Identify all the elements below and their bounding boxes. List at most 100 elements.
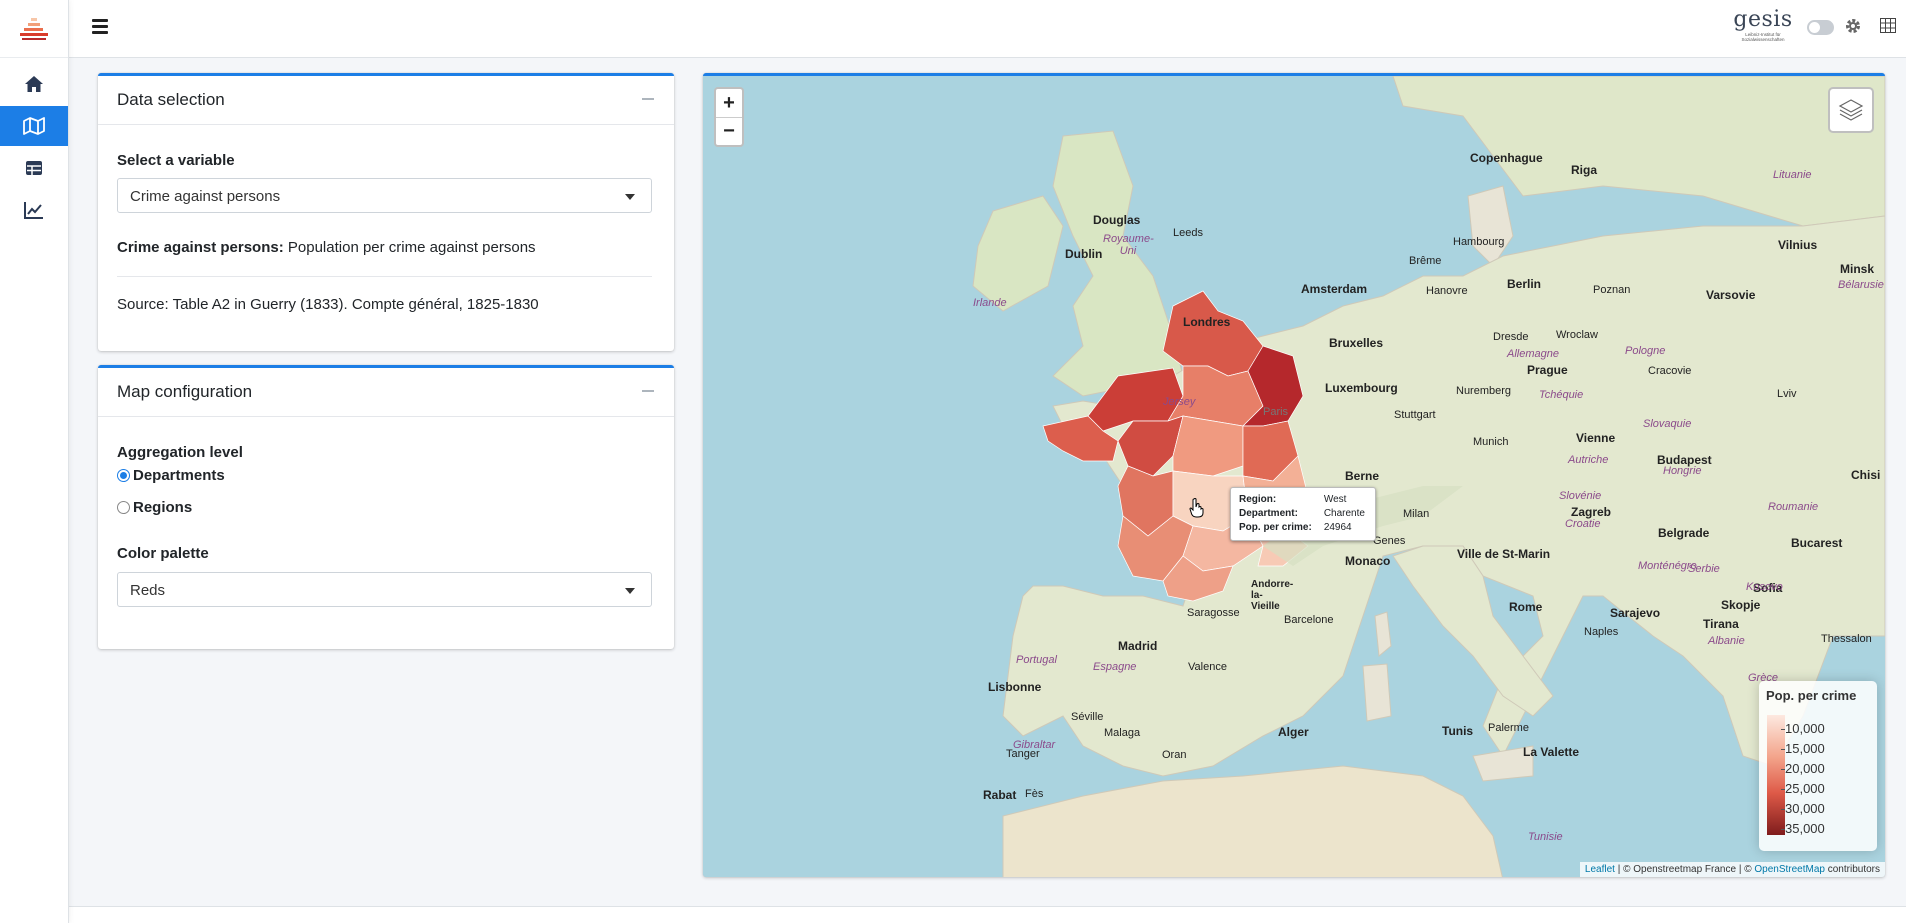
map-label: Allemagne xyxy=(1507,348,1559,360)
nav-chart[interactable] xyxy=(0,190,68,230)
nav-map[interactable] xyxy=(0,106,68,146)
map-label: Malaga xyxy=(1104,727,1141,739)
palette-label: Color palette xyxy=(117,545,209,562)
map-icon xyxy=(23,117,45,135)
zoom-control: + − xyxy=(714,87,744,147)
map-label: Roumanie xyxy=(1768,501,1819,513)
map-label: Wroclaw xyxy=(1556,329,1598,341)
map-label: Lisbonne xyxy=(988,680,1042,694)
map-label: Paris xyxy=(1263,406,1289,418)
zoom-out-button[interactable]: − xyxy=(716,117,742,145)
map-label: Cracovie xyxy=(1648,365,1692,377)
dark-mode-toggle[interactable] xyxy=(1807,20,1834,35)
map-label: Croatie xyxy=(1565,518,1601,530)
home-icon xyxy=(25,76,43,92)
leaflet-map[interactable]: Copenhague Dublin Douglas Leeds Amsterda… xyxy=(703,73,1885,877)
map-label: Pologne xyxy=(1625,345,1666,357)
palette-select-value: Reds xyxy=(130,582,166,599)
caret-down-icon xyxy=(625,194,635,200)
map-label: Irlande xyxy=(973,297,1007,309)
grid-icon[interactable] xyxy=(1880,18,1896,38)
map-label: Bucarest xyxy=(1791,536,1843,550)
map-label: Ville de St-Marin xyxy=(1457,547,1551,561)
radio-regions[interactable]: Regions xyxy=(117,497,192,517)
leaflet-link[interactable]: Leaflet xyxy=(1585,864,1615,875)
tooltip-value: West xyxy=(1323,494,1347,505)
map-label: Nuremberg xyxy=(1456,385,1512,397)
map-label: Rabat xyxy=(983,788,1017,802)
map-label: Milan xyxy=(1403,508,1430,520)
map-label: Vienne xyxy=(1576,431,1616,445)
map-label: La Valette xyxy=(1523,745,1580,759)
radio-departments[interactable]: Departments xyxy=(117,465,225,485)
collapse-icon[interactable] xyxy=(642,98,654,100)
map-label: Andorre-la-Vieille xyxy=(1251,579,1294,612)
variable-label: Select a variable xyxy=(117,152,235,169)
gear-icon[interactable] xyxy=(1844,17,1862,40)
data-selection-card: Data selection Select a variable Crime a… xyxy=(98,73,674,351)
map-label: Belgrade xyxy=(1658,526,1710,540)
aggregation-label: Aggregation level xyxy=(117,444,243,461)
zoom-in-button[interactable]: + xyxy=(716,89,742,117)
legend-tick: 15,000 xyxy=(1781,741,1825,756)
map-label: Palerme xyxy=(1488,722,1529,734)
layers-icon xyxy=(1838,99,1864,121)
nav-table[interactable] xyxy=(0,148,68,188)
hand-cursor-icon xyxy=(1189,498,1205,523)
table-icon xyxy=(26,161,42,175)
tooltip-key: Department: xyxy=(1239,508,1298,519)
map-label: Tunisie xyxy=(1528,831,1563,843)
radio-label: Departments xyxy=(133,466,225,484)
map-label: Douglas xyxy=(1093,213,1141,227)
gesis-logo-subtext: Leibniz-Institut für Sozialwissenschafte… xyxy=(1741,32,1785,42)
variable-select[interactable]: Crime against persons xyxy=(117,178,652,213)
legend-tick: 30,000 xyxy=(1781,801,1825,816)
attribution-text: contributors xyxy=(1824,864,1880,875)
legend-color-bar xyxy=(1767,715,1785,835)
palette-select[interactable]: Reds xyxy=(117,572,652,607)
map-label: Lviv xyxy=(1777,388,1797,400)
top-navbar: gesis Leibniz-Institut für Sozialwissens… xyxy=(69,0,1906,58)
map-label: Chisi xyxy=(1851,468,1881,482)
map-label: Stuttgart xyxy=(1394,409,1436,421)
map-label: Oran xyxy=(1162,749,1187,761)
map-label: Brême xyxy=(1409,255,1442,267)
description-text: Population per crime against persons xyxy=(287,239,536,256)
collapse-icon[interactable] xyxy=(642,390,654,392)
map-label: Fès xyxy=(1025,788,1044,800)
legend-tick: 10,000 xyxy=(1781,721,1825,736)
radio-button[interactable] xyxy=(117,468,130,482)
map-label: Amsterdam xyxy=(1301,282,1368,296)
card-title: Data selection xyxy=(117,90,225,109)
radio-button[interactable] xyxy=(117,500,130,514)
gesis-logo-text: gesis xyxy=(1733,7,1793,32)
source-text: Source: Table A2 in Guerry (1833). Compt… xyxy=(117,296,539,313)
map-attribution: Leaflet | © Openstreetmap France | © Ope… xyxy=(1579,862,1885,877)
map-label: Zagreb xyxy=(1571,505,1612,519)
legend-tick: 25,000 xyxy=(1781,781,1825,796)
divider xyxy=(117,276,652,277)
menu-toggle-icon[interactable] xyxy=(92,19,108,35)
footer xyxy=(69,906,1906,923)
map-label: Dresde xyxy=(1493,331,1529,343)
map-label: Leeds xyxy=(1173,227,1203,239)
map-label: Luxembourg xyxy=(1325,381,1398,395)
map-label: Monaco xyxy=(1345,554,1391,568)
card-title: Map configuration xyxy=(117,382,253,401)
brand-logo[interactable] xyxy=(0,0,68,58)
caret-down-icon xyxy=(625,588,635,594)
map-label: Jersey xyxy=(1163,396,1196,408)
layers-button[interactable] xyxy=(1828,87,1874,133)
gesis-logo[interactable]: gesis Leibniz-Institut für Sozialwissens… xyxy=(1733,7,1793,46)
legend-title: Pop. per crime xyxy=(1766,688,1857,703)
map-label: Alger xyxy=(1278,725,1309,739)
map-label: Tirana xyxy=(1703,617,1739,631)
map-label: Berlin xyxy=(1507,277,1542,291)
map-label: Sarajevo xyxy=(1610,606,1661,620)
variable-description: Crime against persons: Population per cr… xyxy=(117,239,536,256)
map-label: Royaume-Uni xyxy=(1103,233,1154,257)
map-label: Minsk xyxy=(1840,262,1875,276)
chart-line-icon xyxy=(24,202,43,219)
osm-link[interactable]: OpenStreetMap xyxy=(1754,864,1825,875)
nav-home[interactable] xyxy=(0,64,68,104)
